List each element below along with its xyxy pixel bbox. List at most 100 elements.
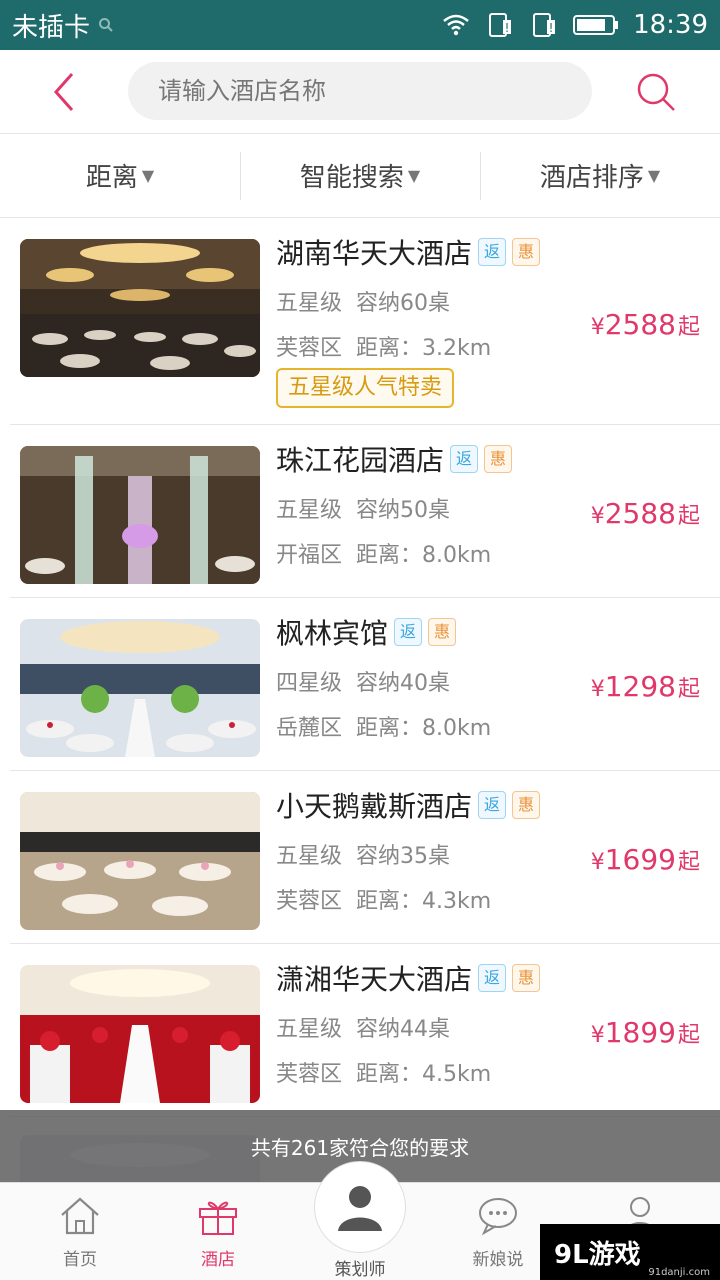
nav-planner-label: 策划师 xyxy=(334,1260,386,1280)
nav-home-label: 首页 xyxy=(63,1250,97,1270)
hotel-photo xyxy=(20,965,260,1103)
hotel-location-line: 岳麓区 距离：8.0km xyxy=(276,710,491,742)
promo-badge: 五星级人气特卖 xyxy=(276,368,455,408)
discount-badge: 惠 xyxy=(512,791,541,819)
hotel-price: ¥2588起 xyxy=(591,308,700,341)
hotel-row[interactable]: 湖南华天大酒店 返 惠 五星级 容纳60桌 芙蓉区 距离：3.2km 五星级人气特卖… xyxy=(0,218,720,425)
hotel-distance: 距离：3.2km xyxy=(356,336,492,361)
hotel-photo xyxy=(20,792,260,930)
price-suffix: 起 xyxy=(677,850,700,875)
hotel-row[interactable]: 珠江花园酒店 返 惠 五星级 容纳50桌 开福区 距离：8.0km ¥2588起 xyxy=(0,425,720,598)
filter-smart-search-label: 智能搜索 xyxy=(299,163,404,193)
hotel-photo xyxy=(20,239,260,377)
clock: 18:39 xyxy=(633,10,708,40)
hotel-location-line: 芙蓉区 距离：4.3km xyxy=(276,883,491,915)
home-icon xyxy=(61,1197,99,1235)
hotel-location-line: 芙蓉区 距离：4.5km xyxy=(276,1056,491,1088)
discount-badge: 惠 xyxy=(512,238,541,266)
hotel-price: ¥1298起 xyxy=(591,670,700,703)
price-value: 1899 xyxy=(604,1016,676,1049)
hotel-row[interactable]: 潇湘华天大酒店 返 惠 五星级 容纳44桌 芙蓉区 距离：4.5km ¥1899起 xyxy=(0,944,720,1117)
svg-text:!: ! xyxy=(505,21,510,35)
discount-badge: 惠 xyxy=(484,445,513,473)
site-watermark-logo: 9L游戏 91danji.com xyxy=(540,1224,720,1280)
currency-symbol: ¥ xyxy=(590,315,605,340)
hotel-name-row: 珠江花园酒店 返 惠 xyxy=(276,439,513,479)
hotel-distance: 距离：8.0km xyxy=(356,543,492,568)
filter-distance[interactable]: 距离 ▼ xyxy=(0,134,240,217)
hotel-price: ¥1899起 xyxy=(591,1016,700,1049)
price-suffix: 起 xyxy=(677,315,700,340)
hotel-row[interactable]: 枫林宾馆 返 惠 四星级 容纳40桌 岳麓区 距离：8.0km ¥1298起 xyxy=(0,598,720,771)
price-suffix: 起 xyxy=(677,677,700,702)
currency-symbol: ¥ xyxy=(590,850,605,875)
sim-icon-2: ! xyxy=(533,13,556,37)
hotel-name: 湖南华天大酒店 xyxy=(276,237,473,270)
wifi-icon xyxy=(443,14,469,36)
watermark-main: 9L游戏 xyxy=(554,1239,641,1270)
hotel-name: 小天鹅戴斯酒店 xyxy=(276,790,473,823)
hotel-info-line: 五星级 容纳60桌 xyxy=(276,285,450,317)
rebate-badge: 返 xyxy=(450,445,479,473)
price-suffix: 起 xyxy=(677,504,700,529)
hotel-name: 潇湘华天大酒店 xyxy=(276,963,473,996)
rebate-badge: 返 xyxy=(478,964,507,992)
nav-bride-label: 新娘说 xyxy=(472,1250,524,1270)
status-bar: 未插卡 ! ! 18:39 xyxy=(0,0,720,50)
battery-icon xyxy=(573,15,619,35)
rebate-badge: 返 xyxy=(478,791,507,819)
carrier-label: 未插卡 xyxy=(12,12,91,43)
hotel-grade: 五星级 xyxy=(276,1017,343,1042)
currency-symbol: ¥ xyxy=(590,677,605,702)
hotel-distance: 距离：8.0km xyxy=(356,716,492,741)
hotel-district: 芙蓉区 xyxy=(276,336,343,361)
discount-badge: 惠 xyxy=(428,618,457,646)
price-value: 1298 xyxy=(604,670,676,703)
search-box[interactable] xyxy=(128,62,592,120)
price-value: 1699 xyxy=(604,843,676,876)
hotel-name-row: 枫林宾馆 返 惠 xyxy=(276,612,457,652)
back-arrow-icon[interactable] xyxy=(44,70,84,114)
search-input[interactable] xyxy=(158,77,592,105)
hotel-grade: 四星级 xyxy=(276,671,343,696)
hotel-price: ¥1699起 xyxy=(591,843,700,876)
hotel-name-row: 潇湘华天大酒店 返 惠 xyxy=(276,958,541,998)
hotel-name-row: 湖南华天大酒店 返 惠 xyxy=(276,232,541,272)
planner-button[interactable] xyxy=(314,1161,406,1253)
hotel-grade: 五星级 xyxy=(276,498,343,523)
caret-down-icon: ▼ xyxy=(647,166,661,185)
hotel-district: 开福区 xyxy=(276,543,343,568)
hotel-photo xyxy=(20,619,260,757)
hotel-capacity: 容纳44桌 xyxy=(356,1017,451,1042)
price-value: 2588 xyxy=(604,497,676,530)
hotel-location-line: 开福区 距离：8.0km xyxy=(276,537,491,569)
gift-icon xyxy=(199,1201,237,1235)
hotel-name: 枫林宾馆 xyxy=(276,617,389,650)
hotel-info-line: 五星级 容纳50桌 xyxy=(276,492,450,524)
nav-hotel[interactable]: 酒店 xyxy=(158,1193,278,1273)
hotel-grade: 五星级 xyxy=(276,291,343,316)
hotel-capacity: 容纳50桌 xyxy=(356,498,451,523)
sim-icon: ! xyxy=(489,13,512,37)
caret-down-icon: ▼ xyxy=(141,166,155,185)
hotel-distance: 距离：4.5km xyxy=(356,1062,492,1087)
price-value: 2588 xyxy=(604,308,676,341)
hotel-district: 芙蓉区 xyxy=(276,889,343,914)
hotel-info-line: 四星级 容纳40桌 xyxy=(276,665,450,697)
hotel-photo xyxy=(20,446,260,584)
hotel-capacity: 容纳60桌 xyxy=(356,291,451,316)
filter-hotel-sort-label: 酒店排序 xyxy=(539,163,644,193)
hotel-price: ¥2588起 xyxy=(591,497,700,530)
hotel-capacity: 容纳35桌 xyxy=(356,844,451,869)
filter-smart-search[interactable]: 智能搜索 ▼ xyxy=(240,134,480,217)
search-icon[interactable] xyxy=(634,70,678,114)
hotel-info-line: 五星级 容纳44桌 xyxy=(276,1011,450,1043)
nav-home[interactable]: 首页 xyxy=(20,1193,140,1273)
caret-down-icon: ▼ xyxy=(407,166,421,185)
discount-badge: 惠 xyxy=(512,964,541,992)
nav-planner[interactable]: 策划师 xyxy=(314,1161,406,1280)
hotel-row[interactable]: 小天鹅戴斯酒店 返 惠 五星级 容纳35桌 芙蓉区 距离：4.3km ¥1699起 xyxy=(0,771,720,944)
hotel-info-line: 五星级 容纳35桌 xyxy=(276,838,450,870)
filter-hotel-sort[interactable]: 酒店排序 ▼ xyxy=(480,134,720,217)
rebate-badge: 返 xyxy=(478,238,507,266)
